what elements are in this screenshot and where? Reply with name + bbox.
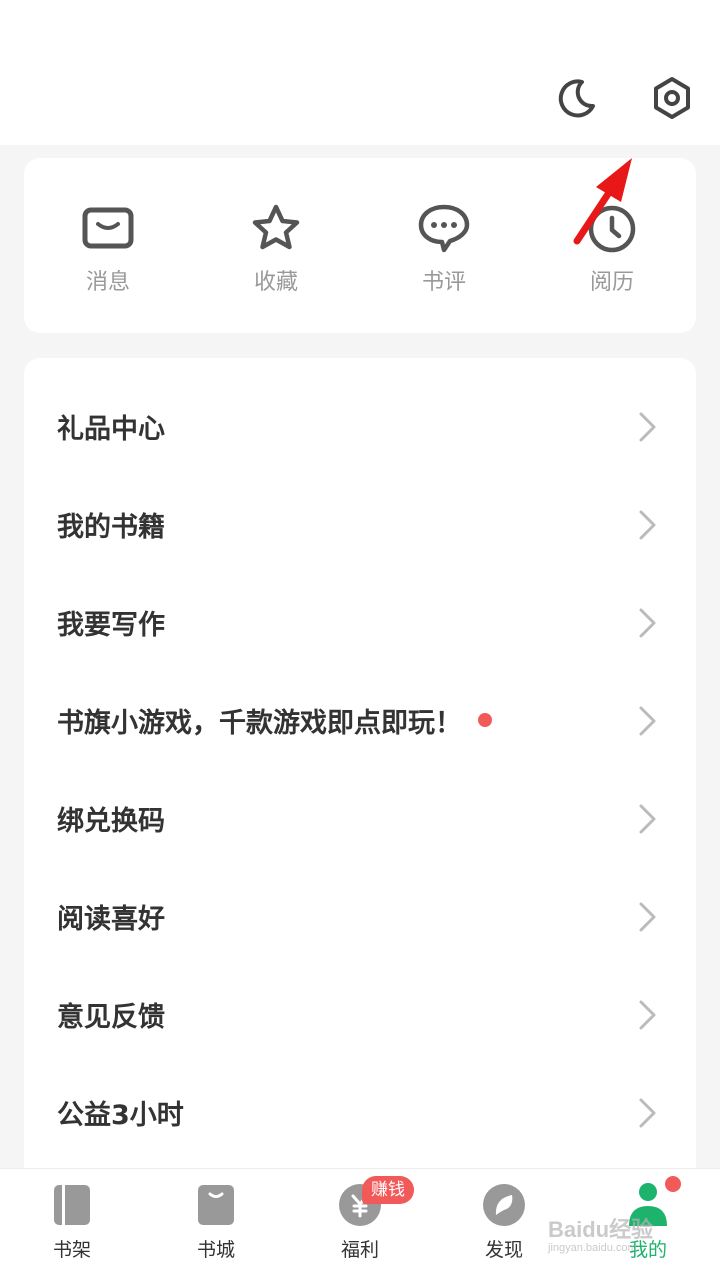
chevron-right-icon (639, 1000, 656, 1030)
profile-notification-dot (665, 1176, 681, 1192)
chevron-right-icon (639, 706, 656, 736)
menu-item-label: 我的书籍 (57, 511, 165, 543)
bookshelf-icon (50, 1183, 94, 1227)
menu-item-label: 绑兑换码 (57, 805, 165, 837)
quick-link-history[interactable]: 阅历 (552, 198, 672, 298)
menu-item-redeem-code[interactable]: 绑兑换码 (24, 769, 696, 867)
menu-item-label: 礼品中心 (57, 413, 165, 445)
profile-person-icon (626, 1183, 670, 1227)
tab-label: 福利 (340, 1239, 379, 1261)
settings-hexagon-icon[interactable] (648, 74, 696, 122)
chevron-right-icon (639, 412, 656, 442)
chevron-right-icon (639, 902, 656, 932)
tab-label: 发现 (484, 1239, 523, 1261)
bookstore-bag-icon (194, 1183, 238, 1227)
menu-item-feedback[interactable]: 意见反馈 (24, 965, 696, 1063)
menu-list-card: 礼品中心 我的书籍 我要写作 书旗小游戏，千款游戏即点即玩！ 绑兑换码 阅读喜好… (24, 358, 696, 1198)
menu-item-label: 书旗小游戏，千款游戏即点即玩！ (57, 707, 462, 739)
menu-item-my-books[interactable]: 我的书籍 (24, 475, 696, 573)
quick-link-label: 书评 (421, 270, 466, 295)
star-icon (246, 198, 306, 258)
quick-links-card: 消息 收藏 书评 阅历 (24, 158, 696, 333)
night-mode-moon-icon[interactable] (553, 74, 601, 122)
chevron-right-icon (639, 804, 656, 834)
tab-bookshelf[interactable]: 书架 (22, 1183, 122, 1273)
quick-link-messages[interactable]: 消息 (48, 198, 168, 298)
chevron-right-icon (639, 608, 656, 638)
clock-icon (582, 198, 642, 258)
quick-link-label: 收藏 (253, 270, 298, 295)
quick-link-label: 消息 (85, 270, 130, 295)
earn-money-badge: 赚钱 (362, 1176, 414, 1204)
menu-item-label: 公益3小时 (57, 1099, 184, 1131)
tab-bookstore[interactable]: 书城 (166, 1183, 266, 1273)
menu-item-reading-preferences[interactable]: 阅读喜好 (24, 867, 696, 965)
chevron-right-icon (639, 1098, 656, 1128)
tab-label: 书城 (196, 1239, 235, 1261)
tab-label: 书架 (52, 1239, 91, 1261)
new-notification-dot (478, 713, 492, 727)
menu-item-label: 我要写作 (57, 609, 165, 641)
menu-item-mini-games[interactable]: 书旗小游戏，千款游戏即点即玩！ (24, 671, 696, 769)
quick-link-label: 阅历 (589, 270, 634, 295)
tab-profile[interactable]: 我的 (598, 1183, 698, 1273)
chevron-right-icon (639, 510, 656, 540)
quick-link-reviews[interactable]: 书评 (384, 198, 504, 298)
chat-bubble-icon (414, 198, 474, 258)
menu-item-label: 阅读喜好 (57, 903, 165, 935)
bottom-tab-bar: 书架 书城 福利 发现 我的 (0, 1168, 720, 1280)
top-header (0, 0, 720, 145)
menu-item-gift-center[interactable]: 礼品中心 (24, 377, 696, 475)
quick-link-favorites[interactable]: 收藏 (216, 198, 336, 298)
menu-item-label: 意见反馈 (57, 1001, 165, 1033)
menu-item-charity-3-hours[interactable]: 公益3小时 (24, 1063, 696, 1161)
compass-icon (482, 1183, 526, 1227)
envelope-icon (78, 198, 138, 258)
menu-item-write[interactable]: 我要写作 (24, 573, 696, 671)
tab-label: 我的 (628, 1239, 667, 1261)
tab-discover[interactable]: 发现 (454, 1183, 554, 1273)
